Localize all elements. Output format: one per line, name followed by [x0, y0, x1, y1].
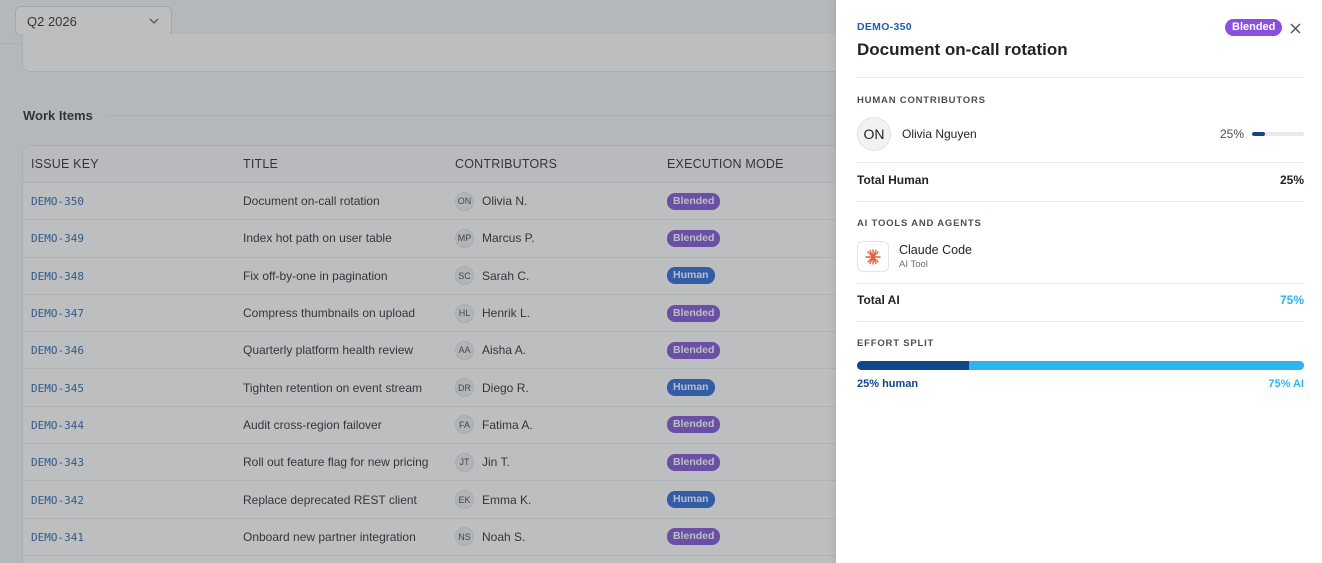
effort-split-human-label: 25% human [857, 378, 919, 390]
total-human-value: 25% [1279, 173, 1304, 187]
effort-split-caption: EFFORT SPLIT [857, 338, 935, 349]
ai-tool-name: Claude Code [899, 243, 972, 257]
human-contributors-caption: HUMAN CONTRIBUTORS [857, 95, 986, 106]
contributor-progress-bar [1252, 132, 1304, 136]
issue-detail-drawer: DEMO-350 Document on-call rotation Blend… [836, 0, 1322, 563]
effort-split-labels: 25% human 75% AI [857, 378, 1304, 390]
total-ai-row: Total AI 75% [857, 293, 1304, 307]
contributor-name: Olivia Nguyen [902, 127, 977, 141]
modal-backdrop[interactable] [0, 0, 836, 563]
divider [857, 321, 1304, 322]
claude-code-icon [857, 241, 889, 272]
total-human-row: Total Human 25% [857, 173, 1304, 187]
divider [857, 201, 1304, 202]
execution-mode-badge: Blended [1225, 19, 1283, 36]
close-icon[interactable] [1287, 20, 1303, 36]
avatar: ON [857, 117, 891, 151]
divider [857, 283, 1304, 284]
divider [857, 77, 1304, 78]
total-ai-value: 75% [1279, 293, 1304, 307]
human-contributor-row: ON Olivia Nguyen 25% [857, 117, 1304, 151]
effort-split-bar [857, 361, 1304, 370]
effort-split-ai-segment [968, 361, 1304, 370]
divider [857, 162, 1304, 163]
ai-tools-caption: AI TOOLS AND AGENTS [857, 218, 982, 229]
total-human-label: Total Human [857, 173, 929, 187]
contributor-percent: 25% [1219, 127, 1244, 141]
drawer-issue-key[interactable]: DEMO-350 [857, 21, 912, 33]
ai-tool-row: Claude Code AI Tool [857, 241, 972, 272]
effort-split-human-segment [857, 361, 969, 370]
effort-split-ai-label: 75% AI [1268, 378, 1304, 390]
contributor-progress-fill [1252, 132, 1265, 136]
ai-tool-type: AI Tool [899, 259, 928, 270]
drawer-title: Document on-call rotation [857, 40, 1068, 59]
total-ai-label: Total AI [857, 293, 900, 307]
